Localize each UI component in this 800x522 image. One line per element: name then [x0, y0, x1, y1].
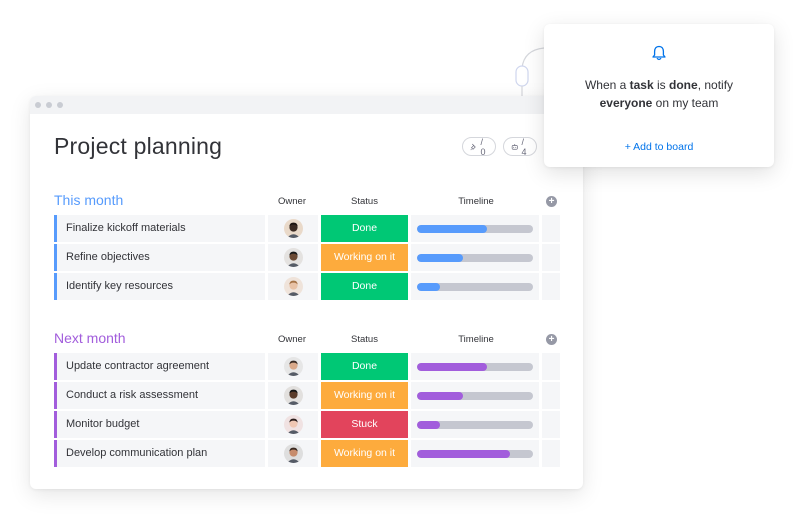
- timeline-fill: [417, 449, 510, 458]
- status-badge[interactable]: Working on it: [321, 382, 408, 409]
- table-row[interactable]: Refine objectives Working on it: [54, 244, 564, 271]
- group-this-month: This month Owner Status Timeline + Final…: [54, 189, 564, 300]
- window-titlebar: [30, 96, 583, 114]
- item-name-cell[interactable]: Identify key resources: [54, 273, 265, 300]
- status-badge[interactable]: Working on it: [321, 244, 408, 271]
- status-badge[interactable]: Done: [321, 273, 408, 300]
- group-title[interactable]: Next month: [54, 330, 126, 346]
- table-row[interactable]: Develop communication plan Working on it: [54, 440, 564, 467]
- item-name-cell[interactable]: Refine objectives: [54, 244, 265, 271]
- owner-cell[interactable]: [268, 244, 318, 271]
- item-name-cell[interactable]: Conduct a risk assessment: [54, 382, 265, 409]
- owner-cell[interactable]: [268, 411, 318, 438]
- timeline-fill: [417, 362, 487, 371]
- board-window: Project planning / 0 / 4 This month Owne…: [30, 96, 583, 489]
- timeline-fill: [417, 391, 464, 400]
- owner-cell[interactable]: [268, 440, 318, 467]
- timeline-fill: [417, 420, 441, 429]
- pin-icon: [470, 143, 476, 150]
- timeline-track: [417, 282, 533, 291]
- timeline-fill: [417, 282, 441, 291]
- window-dot: [35, 102, 41, 108]
- pins-counter[interactable]: / 0: [462, 136, 496, 157]
- group-next-month: Next month Owner Status Timeline + Updat…: [54, 327, 564, 467]
- status-badge[interactable]: Done: [321, 215, 408, 242]
- timeline-track: [417, 224, 533, 233]
- empty-cell: [542, 382, 560, 409]
- group-header: This month Owner Status Timeline +: [54, 189, 564, 213]
- empty-cell: [542, 411, 560, 438]
- owner-cell[interactable]: [268, 382, 318, 409]
- column-header-status: Status: [351, 196, 378, 207]
- timeline-track: [417, 420, 533, 429]
- timeline-track: [417, 362, 533, 371]
- empty-cell: [542, 244, 560, 271]
- timeline-track: [417, 253, 533, 262]
- timeline-cell[interactable]: [411, 244, 539, 271]
- column-header-owner: Owner: [278, 196, 306, 207]
- column-header-timeline: Timeline: [458, 334, 494, 345]
- timeline-fill: [417, 253, 464, 262]
- group-header: Next month Owner Status Timeline +: [54, 327, 564, 351]
- column-header-timeline: Timeline: [458, 196, 494, 207]
- owner-cell[interactable]: [268, 273, 318, 300]
- empty-cell: [542, 273, 560, 300]
- timeline-track: [417, 391, 533, 400]
- avatar: [283, 386, 303, 405]
- bell-icon: [652, 45, 666, 61]
- robot-icon: [511, 143, 518, 150]
- empty-cell: [542, 440, 560, 467]
- table-row[interactable]: Finalize kickoff materials Done: [54, 215, 564, 242]
- timeline-cell[interactable]: [411, 215, 539, 242]
- column-header-status: Status: [351, 334, 378, 345]
- owner-cell[interactable]: [268, 215, 318, 242]
- people-count: / 4: [521, 136, 527, 157]
- timeline-fill: [417, 224, 487, 233]
- avatar: [283, 248, 303, 267]
- timeline-cell[interactable]: [411, 440, 539, 467]
- empty-cell: [542, 215, 560, 242]
- timeline-cell[interactable]: [411, 273, 539, 300]
- table-row[interactable]: Monitor budget Stuck: [54, 411, 564, 438]
- add-column-button[interactable]: +: [546, 196, 557, 207]
- column-header-owner: Owner: [278, 334, 306, 345]
- group-title[interactable]: This month: [54, 192, 123, 208]
- pins-count: / 0: [480, 136, 486, 157]
- table-row[interactable]: Identify key resources Done: [54, 273, 564, 300]
- avatar: [283, 357, 303, 376]
- owner-cell[interactable]: [268, 353, 318, 380]
- table-row[interactable]: Conduct a risk assessment Working on it: [54, 382, 564, 409]
- status-badge[interactable]: Stuck: [321, 411, 408, 438]
- avatar: [283, 444, 303, 463]
- item-name-cell[interactable]: Update contractor agreement: [54, 353, 265, 380]
- timeline-cell[interactable]: [411, 382, 539, 409]
- item-name-cell[interactable]: Monitor budget: [54, 411, 265, 438]
- timeline-track: [417, 449, 533, 458]
- empty-cell: [542, 353, 560, 380]
- avatar: [283, 277, 303, 296]
- status-badge[interactable]: Working on it: [321, 440, 408, 467]
- status-badge[interactable]: Done: [321, 353, 408, 380]
- item-name-cell[interactable]: Develop communication plan: [54, 440, 265, 467]
- board-title: Project planning: [54, 133, 223, 159]
- automation-recipe: When a task is done, notify everyone on …: [584, 78, 734, 110]
- avatar: [283, 415, 303, 434]
- add-to-board-link[interactable]: + Add to board: [544, 141, 774, 153]
- table-row[interactable]: Update contractor agreement Done: [54, 353, 564, 380]
- add-column-button[interactable]: +: [546, 334, 557, 345]
- window-dot: [46, 102, 52, 108]
- timeline-cell[interactable]: [411, 353, 539, 380]
- avatar: [283, 219, 303, 238]
- item-name-cell[interactable]: Finalize kickoff materials: [54, 215, 265, 242]
- window-dot: [57, 102, 63, 108]
- people-counter[interactable]: / 4: [503, 136, 537, 157]
- timeline-cell[interactable]: [411, 411, 539, 438]
- notification-card: When a task is done, notify everyone on …: [544, 24, 774, 167]
